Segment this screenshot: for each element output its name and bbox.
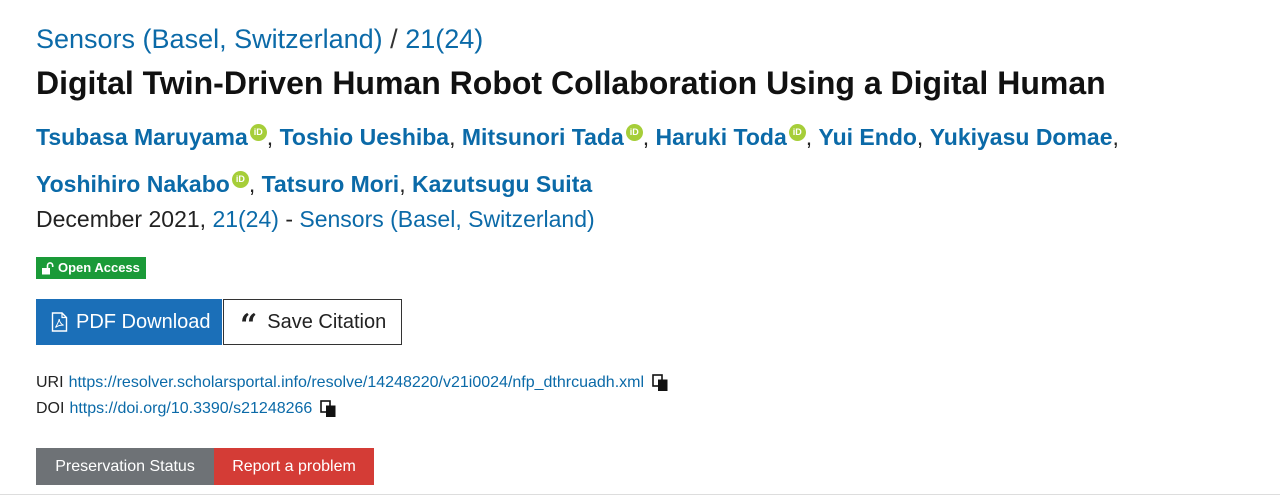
doi-label: DOI [36, 400, 65, 417]
open-access-badge: Open Access [36, 257, 146, 279]
author-link[interactable]: Mitsunori Tada [462, 124, 624, 150]
publication-dash: - [285, 206, 293, 232]
unlock-icon [42, 261, 54, 274]
article-title: Digital Twin-Driven Human Robot Collabor… [36, 65, 1106, 101]
author-link[interactable]: Yoshihiro Nakabo [36, 171, 230, 197]
orcid-icon[interactable]: iD [625, 124, 643, 141]
preservation-status-button[interactable]: Preservation Status [36, 448, 214, 485]
uri-row: URI https://resolver.scholarsportal.info… [36, 372, 669, 394]
pdf-download-label: PDF Download [76, 310, 211, 333]
author-link[interactable]: Yui Endo [819, 124, 917, 150]
publication-date: December 2021, [36, 206, 207, 232]
article-page: Sensors (Basel, Switzerland) / 21(24) Di… [0, 0, 1280, 502]
author-link[interactable]: Tsubasa Maruyama [36, 124, 248, 150]
author-link[interactable]: Toshio Ueshiba [280, 124, 450, 150]
save-citation-label: Save Citation [267, 310, 387, 333]
orcid-icon[interactable]: iD [788, 124, 806, 141]
doi-row: DOI https://doi.org/10.3390/s21248266 [36, 398, 337, 420]
publication-journal-link[interactable]: Sensors (Basel, Switzerland) [299, 206, 594, 232]
copy-icon[interactable] [320, 400, 337, 418]
breadcrumb-journal-link[interactable]: Sensors (Basel, Switzerland) [36, 24, 383, 54]
save-citation-button[interactable]: “ Save Citation [223, 299, 402, 345]
orcid-icon[interactable]: iD [231, 171, 249, 188]
pdf-file-icon [51, 312, 68, 332]
pdf-download-button[interactable]: PDF Download [36, 299, 222, 345]
report-problem-button[interactable]: Report a problem [214, 448, 374, 485]
publication-issue-link[interactable]: 21(24) [212, 206, 278, 232]
breadcrumb-issue-link[interactable]: 21(24) [405, 24, 483, 54]
uri-link[interactable]: https://resolver.scholarsportal.info/res… [69, 372, 644, 394]
author-link[interactable]: Kazutsugu Suita [412, 171, 592, 197]
copy-icon[interactable] [652, 374, 669, 392]
author-list: Tsubasa Maruyama iD, Toshio Ueshiba, Mits… [36, 124, 1119, 197]
doi-link[interactable]: https://doi.org/10.3390/s21248266 [69, 398, 312, 420]
divider [0, 494, 1280, 495]
author-link[interactable]: Tatsuro Mori [262, 171, 400, 197]
quote-icon: “ [240, 308, 258, 343]
open-access-label: Open Access [58, 260, 140, 275]
publication-info: December 2021, 21(24) - Sensors (Basel, … [36, 203, 595, 235]
author-link[interactable]: Haruki Toda [656, 124, 787, 150]
uri-label: URI [36, 374, 64, 391]
breadcrumb-separator: / [390, 24, 398, 54]
author-link[interactable]: Yukiyasu Domae [930, 124, 1113, 150]
orcid-icon[interactable]: iD [249, 124, 267, 141]
breadcrumb: Sensors (Basel, Switzerland) / 21(24) [36, 22, 483, 56]
